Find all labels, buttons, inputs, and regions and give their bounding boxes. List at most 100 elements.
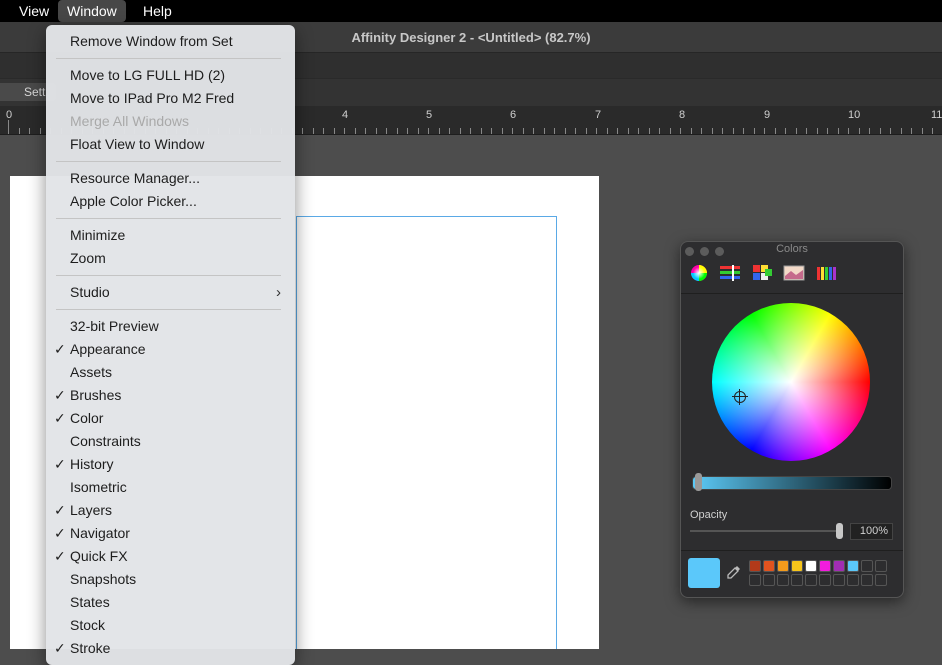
ruler-label: 11 <box>931 109 942 121</box>
ruler-tick <box>491 128 492 134</box>
menu-item-float-view-to-window[interactable]: Float View to Window <box>70 133 204 156</box>
color-swatch[interactable] <box>749 560 761 572</box>
ruler-tick <box>922 128 923 134</box>
colors-panel: Colors Opacity 100% <box>680 241 904 598</box>
color-wheel-icon[interactable] <box>688 264 710 282</box>
menu-help[interactable]: Help <box>134 0 181 22</box>
ruler-tick <box>722 128 723 134</box>
menu-item-assets[interactable]: Assets <box>70 361 112 384</box>
image-palettes-icon[interactable] <box>783 264 805 282</box>
color-swatch[interactable] <box>875 560 887 572</box>
color-swatch[interactable] <box>819 560 831 572</box>
menu-item-stock[interactable]: Stock <box>70 614 105 637</box>
eyedropper-icon[interactable] <box>726 564 742 580</box>
ruler-tick <box>8 120 9 134</box>
menu-item-color[interactable]: Color <box>70 407 103 430</box>
chevron-right-icon: › <box>276 284 281 301</box>
color-swatch[interactable] <box>749 574 761 586</box>
menu-item-appearance[interactable]: Appearance <box>70 338 146 361</box>
menu-item-studio[interactable]: Studio <box>70 281 110 304</box>
menu-item-snapshots[interactable]: Snapshots <box>70 568 136 591</box>
ruler-tick <box>365 128 366 134</box>
color-swatch[interactable] <box>861 560 873 572</box>
menu-item-resource-manager[interactable]: Resource Manager... <box>70 167 200 190</box>
menu-item-brushes[interactable]: Brushes <box>70 384 121 407</box>
color-swatch[interactable] <box>805 574 817 586</box>
color-swatch[interactable] <box>791 574 803 586</box>
opacity-value-field[interactable]: 100% <box>850 523 893 540</box>
menu-bar: View Window Help <box>0 0 942 22</box>
color-palettes-icon[interactable] <box>751 264 773 282</box>
color-swatch[interactable] <box>777 560 789 572</box>
color-swatch[interactable] <box>847 574 859 586</box>
ruler-label: 10 <box>848 109 861 121</box>
color-swatch[interactable] <box>805 560 817 572</box>
menu-item-move-to-ipad-pro-m2-fred[interactable]: Move to IPad Pro M2 Fred <box>70 87 234 110</box>
menu-item-minimize[interactable]: Minimize <box>70 224 125 247</box>
menu-item-isometric[interactable]: Isometric <box>70 476 127 499</box>
ruler-tick <box>334 128 335 134</box>
menu-item-zoom[interactable]: Zoom <box>70 247 106 270</box>
ruler-tick <box>523 128 524 134</box>
ruler-tick <box>313 128 314 134</box>
menu-item-navigator[interactable]: Navigator <box>70 522 130 545</box>
menu-item-merge-all-windows: Merge All Windows <box>70 113 190 129</box>
ruler-tick <box>712 128 713 134</box>
ruler-tick <box>628 128 629 134</box>
ruler-tick <box>428 128 429 134</box>
ruler-tick <box>376 128 377 134</box>
ruler-tick <box>827 128 828 134</box>
checkmark-icon: ✓ <box>54 525 66 541</box>
color-wheel[interactable] <box>712 303 870 461</box>
brightness-slider[interactable] <box>692 476 892 490</box>
menu-item-32-bit-preview[interactable]: 32-bit Preview <box>70 315 159 338</box>
ruler-tick <box>838 128 839 134</box>
menu-item-remove-window-from-set[interactable]: Remove Window from Set <box>70 30 233 53</box>
color-swatch[interactable] <box>819 574 831 586</box>
ruler-tick <box>649 128 650 134</box>
color-swatch[interactable] <box>833 574 845 586</box>
ruler-tick <box>481 128 482 134</box>
checkmark-icon: ✓ <box>54 548 66 564</box>
ruler-tick <box>701 128 702 134</box>
opacity-slider-handle[interactable] <box>836 523 843 539</box>
color-swatch[interactable] <box>763 560 775 572</box>
brightness-slider-handle[interactable] <box>695 473 702 491</box>
ruler-tick <box>932 128 933 134</box>
color-swatch[interactable] <box>875 574 887 586</box>
ruler-label: 5 <box>426 109 433 121</box>
color-swatch[interactable] <box>791 560 803 572</box>
color-swatch[interactable] <box>777 574 789 586</box>
opacity-slider[interactable] <box>690 530 841 532</box>
ruler-tick <box>586 128 587 134</box>
color-swatch[interactable] <box>833 560 845 572</box>
ruler-tick <box>659 128 660 134</box>
menu-view[interactable]: View <box>10 0 58 22</box>
ruler-tick <box>733 128 734 134</box>
ruler-tick <box>596 128 597 134</box>
menu-item-states[interactable]: States <box>70 591 110 614</box>
menu-item-move-to-lg-full-hd-2[interactable]: Move to LG FULL HD (2) <box>70 64 225 87</box>
ruler-tick <box>754 128 755 134</box>
menu-item-apple-color-picker[interactable]: Apple Color Picker... <box>70 190 197 213</box>
color-swatch[interactable] <box>847 560 859 572</box>
menu-item-history[interactable]: History <box>70 453 114 476</box>
checkmark-icon: ✓ <box>54 387 66 403</box>
ruler-tick <box>806 128 807 134</box>
menu-item-constraints[interactable]: Constraints <box>70 430 141 453</box>
color-sliders-icon[interactable] <box>719 264 741 282</box>
ruler-tick <box>869 128 870 134</box>
color-swatch[interactable] <box>763 574 775 586</box>
color-wheel-crosshair-icon[interactable] <box>732 389 748 405</box>
checkmark-icon: ✓ <box>54 410 66 426</box>
pencils-icon[interactable] <box>815 264 837 282</box>
color-swatch[interactable] <box>861 574 873 586</box>
divider <box>681 550 903 551</box>
menu-window[interactable]: Window <box>58 0 126 22</box>
menu-item-quick-fx[interactable]: Quick FX <box>70 545 128 568</box>
ruler-tick <box>386 128 387 134</box>
current-color-swatch[interactable] <box>688 558 720 588</box>
menu-item-layers[interactable]: Layers <box>70 499 112 522</box>
menu-separator <box>56 218 281 219</box>
ruler-tick <box>554 128 555 134</box>
